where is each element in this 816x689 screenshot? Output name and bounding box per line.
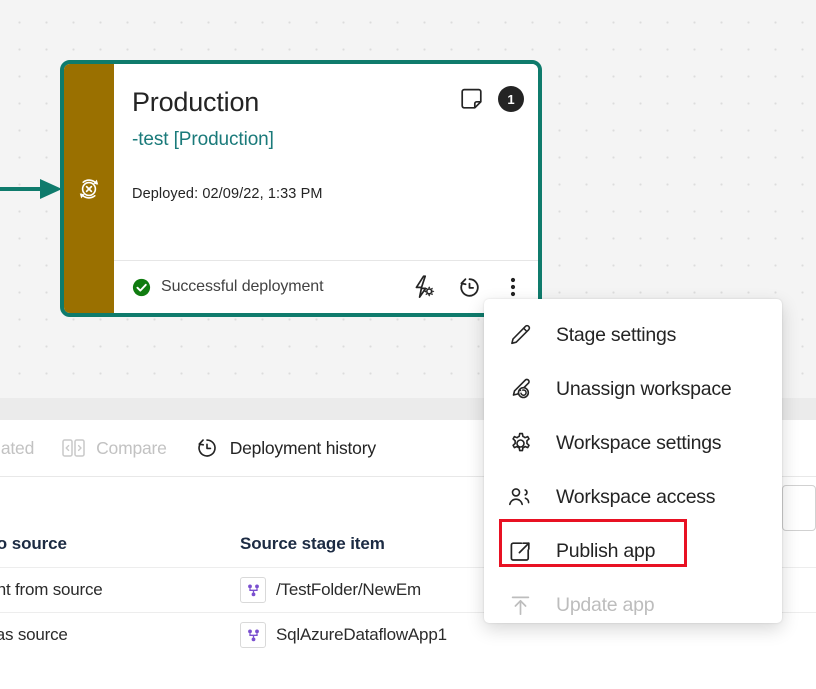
menu-item-label: Unassign workspace [556, 378, 731, 401]
toolbar-related-button[interactable]: related [0, 428, 48, 468]
menu-item-update-app: Update app [484, 578, 782, 632]
unassign-icon [506, 377, 534, 402]
stage-card-main: Production -test [Production] Deployed: … [114, 64, 538, 260]
menu-item-label: Update app [556, 594, 654, 617]
stage-card-actions [411, 274, 524, 300]
open-external-icon [506, 539, 534, 564]
dataflow-icon [240, 577, 266, 603]
menu-item-stage-settings[interactable]: Stage settings [484, 308, 782, 362]
workspace-link[interactable]: -test [Production] [132, 128, 520, 152]
toolbar-extra-button-2[interactable] [782, 485, 816, 531]
deployment-rules-icon[interactable] [411, 274, 437, 300]
toolbar-deployment-history-label: Deployment history [230, 438, 376, 459]
toolbar-related-label: related [0, 438, 34, 459]
stage-card-production[interactable]: Production -test [Production] Deployed: … [60, 60, 542, 317]
menu-item-workspace-access[interactable]: Workspace access [484, 470, 782, 524]
toolbar-compare-button[interactable]: Compare [48, 428, 181, 468]
menu-item-label: Workspace settings [556, 432, 721, 455]
menu-item-unassign-workspace[interactable]: Unassign workspace [484, 362, 782, 416]
sync-disabled-icon [74, 174, 104, 204]
cell-compare: e as source [0, 625, 240, 645]
pencil-icon [506, 323, 534, 348]
toolbar-deployment-history-button[interactable]: Deployment history [181, 428, 390, 468]
cell-source-item-label: /TestFolder/NewEm [276, 580, 421, 600]
column-header-compare: l to source [0, 534, 240, 554]
stage-card-footer: Successful deployment [114, 260, 538, 313]
cell-compare: rent from source [0, 580, 240, 600]
menu-item-workspace-settings[interactable]: Workspace settings [484, 416, 782, 470]
menu-item-publish-app[interactable]: Publish app [484, 524, 782, 578]
stage-card-header-icons: 1 [459, 86, 524, 112]
stage-card-body: Production -test [Production] Deployed: … [114, 64, 538, 313]
deployment-history-icon[interactable] [457, 275, 482, 300]
upload-arrow-icon [506, 593, 534, 618]
deployed-timestamp: Deployed: 02/09/22, 1:33 PM [132, 186, 323, 202]
stage-rail [64, 64, 114, 313]
success-check-icon [132, 278, 151, 297]
dataflow-icon [240, 622, 266, 648]
status-badge: 1 [498, 86, 524, 112]
history-icon [195, 436, 219, 460]
compare-icon [62, 437, 85, 459]
note-icon[interactable] [459, 87, 484, 112]
menu-item-label: Publish app [556, 540, 655, 563]
menu-item-label: Stage settings [556, 324, 676, 347]
people-icon [506, 485, 534, 510]
menu-item-label: Workspace access [556, 486, 715, 509]
stage-context-menu: Stage settings Unassign workspace Worksp… [484, 299, 782, 623]
cell-source-item-label: SqlAzureDataflowApp1 [276, 625, 447, 645]
toolbar-compare-label: Compare [96, 438, 167, 459]
more-options-icon[interactable] [502, 275, 524, 299]
deployment-status-text: Successful deployment [161, 278, 323, 296]
gear-icon [506, 431, 534, 456]
